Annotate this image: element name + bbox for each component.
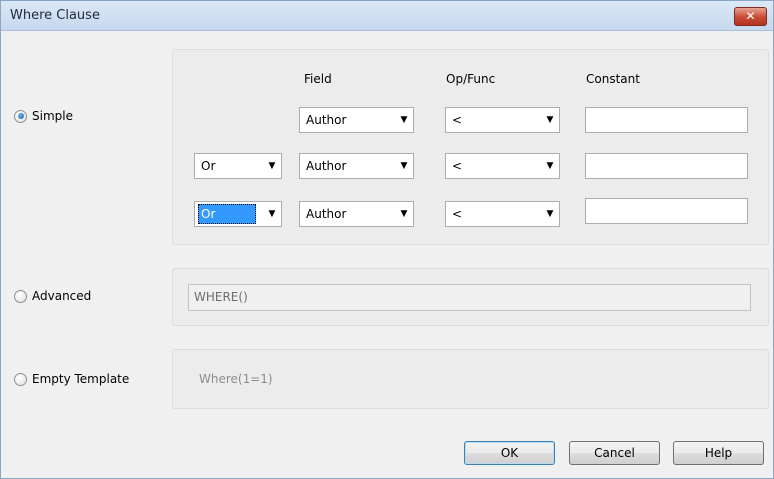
conjunction-select-row3[interactable]: Or ▼ bbox=[194, 201, 282, 227]
op-select-value: < bbox=[452, 159, 463, 173]
constant-input-row1[interactable] bbox=[585, 107, 748, 133]
dropdown-arrow-icon: ▼ bbox=[546, 161, 554, 171]
dropdown-arrow-icon: ▼ bbox=[400, 161, 408, 171]
dropdown-arrow-icon: ▼ bbox=[546, 115, 554, 125]
field-select-value: Author bbox=[306, 159, 347, 173]
conjunction-select-value-selected: Or bbox=[198, 204, 256, 224]
dropdown-arrow-icon: ▼ bbox=[268, 161, 276, 171]
dialog-window: Where Clause ✕ Simple Field Op/Func Cons… bbox=[0, 0, 774, 479]
empty-template-radio[interactable]: Empty Template bbox=[14, 372, 129, 386]
close-icon: ✕ bbox=[745, 9, 756, 23]
field-select-row3[interactable]: Author ▼ bbox=[299, 201, 414, 227]
radio-checked-icon bbox=[14, 109, 27, 123]
op-select-row2[interactable]: < ▼ bbox=[445, 153, 560, 179]
dialog-body: Simple Field Op/Func Constant Author ▼ <… bbox=[5, 32, 770, 475]
field-select-value: Author bbox=[306, 207, 347, 221]
dropdown-arrow-icon: ▼ bbox=[400, 115, 408, 125]
close-button[interactable]: ✕ bbox=[734, 7, 767, 26]
empty-template-text: Where(1=1) bbox=[199, 372, 273, 386]
op-select-row3[interactable]: < ▼ bbox=[445, 201, 560, 227]
constant-column-header: Constant bbox=[586, 72, 640, 86]
field-column-header: Field bbox=[304, 72, 332, 86]
advanced-radio-label: Advanced bbox=[32, 289, 92, 303]
dialog-title: Where Clause bbox=[10, 8, 100, 23]
op-select-value: < bbox=[452, 113, 463, 127]
simple-radio-label: Simple bbox=[32, 109, 73, 123]
constant-input-row3[interactable] bbox=[585, 198, 748, 224]
conjunction-select-value: Or bbox=[201, 159, 216, 173]
field-select-row1[interactable]: Author ▼ bbox=[299, 107, 414, 133]
title-bar[interactable]: Where Clause ✕ bbox=[1, 1, 773, 31]
field-select-row2[interactable]: Author ▼ bbox=[299, 153, 414, 179]
advanced-radio[interactable]: Advanced bbox=[14, 289, 91, 303]
simple-radio[interactable]: Simple bbox=[14, 109, 73, 123]
field-select-value: Author bbox=[306, 113, 347, 127]
op-select-row1[interactable]: < ▼ bbox=[445, 107, 560, 133]
op-select-value: < bbox=[452, 207, 463, 221]
cancel-button[interactable]: Cancel bbox=[569, 441, 660, 465]
op-column-header: Op/Func bbox=[446, 72, 496, 86]
radio-unchecked-icon bbox=[14, 289, 27, 303]
dropdown-arrow-icon: ▼ bbox=[400, 209, 408, 219]
dropdown-arrow-icon: ▼ bbox=[546, 209, 554, 219]
advanced-expression-input[interactable]: WHERE() bbox=[188, 284, 751, 311]
ok-button[interactable]: OK bbox=[464, 441, 555, 465]
help-button[interactable]: Help bbox=[673, 441, 764, 465]
dropdown-arrow-icon: ▼ bbox=[268, 209, 276, 219]
constant-input-row2[interactable] bbox=[585, 153, 748, 179]
empty-template-radio-label: Empty Template bbox=[32, 372, 130, 386]
conjunction-select-row2[interactable]: Or ▼ bbox=[194, 153, 282, 179]
radio-unchecked-icon bbox=[14, 372, 27, 386]
